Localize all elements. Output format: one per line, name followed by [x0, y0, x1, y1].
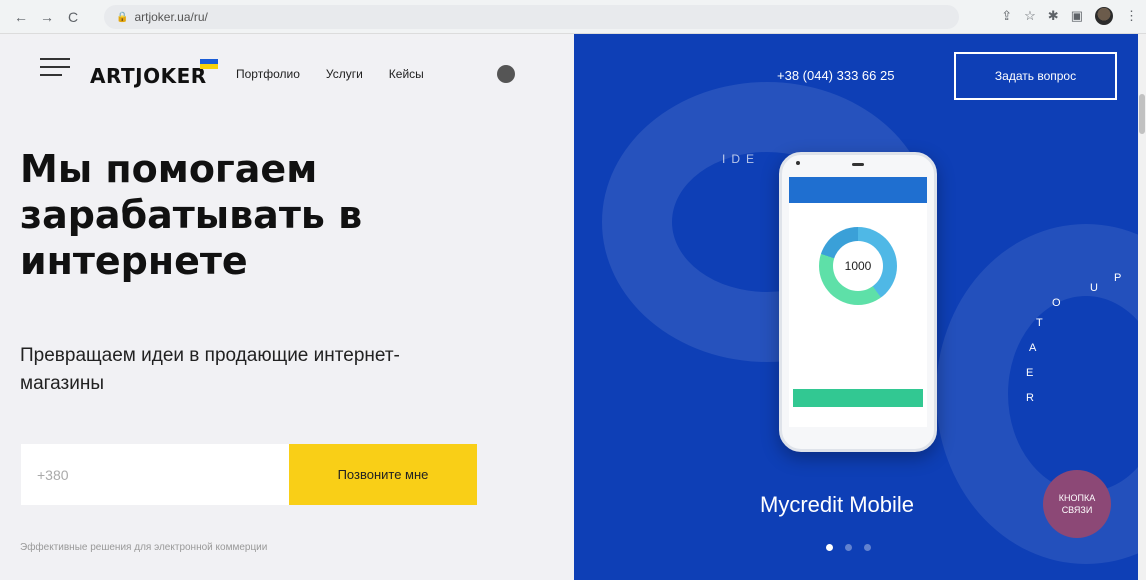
ask-question-button[interactable]: Задать вопрос — [954, 52, 1117, 100]
forward-icon[interactable]: → — [36, 6, 58, 28]
slider-dot[interactable] — [864, 544, 871, 551]
flag-icon — [200, 59, 218, 69]
left-panel: ARTJOKER Портфолио Услуги Кейсы Мы помог… — [0, 34, 574, 580]
nav-cases[interactable]: Кейсы — [389, 67, 424, 81]
curved-text: IDE — [722, 152, 761, 166]
hero-slider: IDE P U O T A E R +38 (044) 333 66 25 За… — [574, 34, 1146, 580]
phone-input[interactable] — [21, 444, 289, 505]
phone-number[interactable]: +38 (044) 333 66 25 — [777, 68, 894, 83]
donut-chart-graphic: 1000 — [819, 227, 897, 305]
phone-green-button — [793, 389, 923, 407]
phone-value: 1000 — [844, 259, 872, 273]
scrollbar[interactable] — [1138, 34, 1146, 580]
sidepanel-icon[interactable]: ▣ — [1071, 8, 1083, 24]
nav-services[interactable]: Услуги — [326, 67, 363, 81]
curved-letter: P — [1114, 272, 1122, 284]
back-icon[interactable]: ← — [10, 6, 32, 28]
more-icon[interactable] — [497, 65, 515, 83]
contact-button[interactable]: КНОПКА СВЯЗИ — [1043, 470, 1111, 538]
menu-icon[interactable]: ⋮ — [1125, 8, 1138, 24]
phone-mockup: 1000 — [779, 152, 937, 452]
curved-letter: E — [1026, 367, 1034, 379]
curved-letter: U — [1090, 282, 1098, 294]
top-nav: Портфолио Услуги Кейсы — [236, 67, 424, 81]
curved-letter: A — [1029, 342, 1037, 354]
slider-dots — [826, 544, 871, 551]
address-bar[interactable]: 🔒 artjoker.ua/ru/ — [104, 5, 959, 29]
curved-letter: R — [1026, 392, 1034, 404]
hamburger-menu-icon[interactable] — [40, 56, 70, 78]
browser-actions: ⇪ ☆ ✱ ▣ ⋮ — [1001, 7, 1138, 25]
share-icon[interactable]: ⇪ — [1001, 8, 1012, 24]
slider-dot[interactable] — [826, 544, 833, 551]
hero-subtitle: Превращаем идеи в продающие интернет-маг… — [20, 345, 400, 394]
url-text: artjoker.ua/ru/ — [134, 10, 208, 24]
call-me-button[interactable]: Позвоните мне — [289, 444, 477, 505]
extensions-icon[interactable]: ✱ — [1048, 8, 1059, 24]
curved-letter: T — [1036, 317, 1043, 329]
logo[interactable]: ARTJOKER — [90, 64, 207, 88]
lock-icon: 🔒 — [116, 11, 129, 23]
footnote: Эффективные решения для электронной комм… — [20, 542, 268, 553]
phone-screen: 1000 — [789, 177, 927, 427]
browser-toolbar: ← → C 🔒 artjoker.ua/ru/ ⇪ ☆ ✱ ▣ ⋮ — [0, 0, 1146, 34]
profile-avatar[interactable] — [1095, 7, 1113, 25]
reload-icon[interactable]: C — [62, 6, 84, 28]
curved-letter: O — [1052, 297, 1061, 309]
nav-portfolio[interactable]: Портфолио — [236, 67, 300, 81]
slide-title: Mycredit Mobile — [760, 492, 915, 517]
slider-dot[interactable] — [845, 544, 852, 551]
star-icon[interactable]: ☆ — [1024, 8, 1036, 24]
hero-title: Мы помогаем зарабатывать в интернете — [20, 147, 363, 283]
